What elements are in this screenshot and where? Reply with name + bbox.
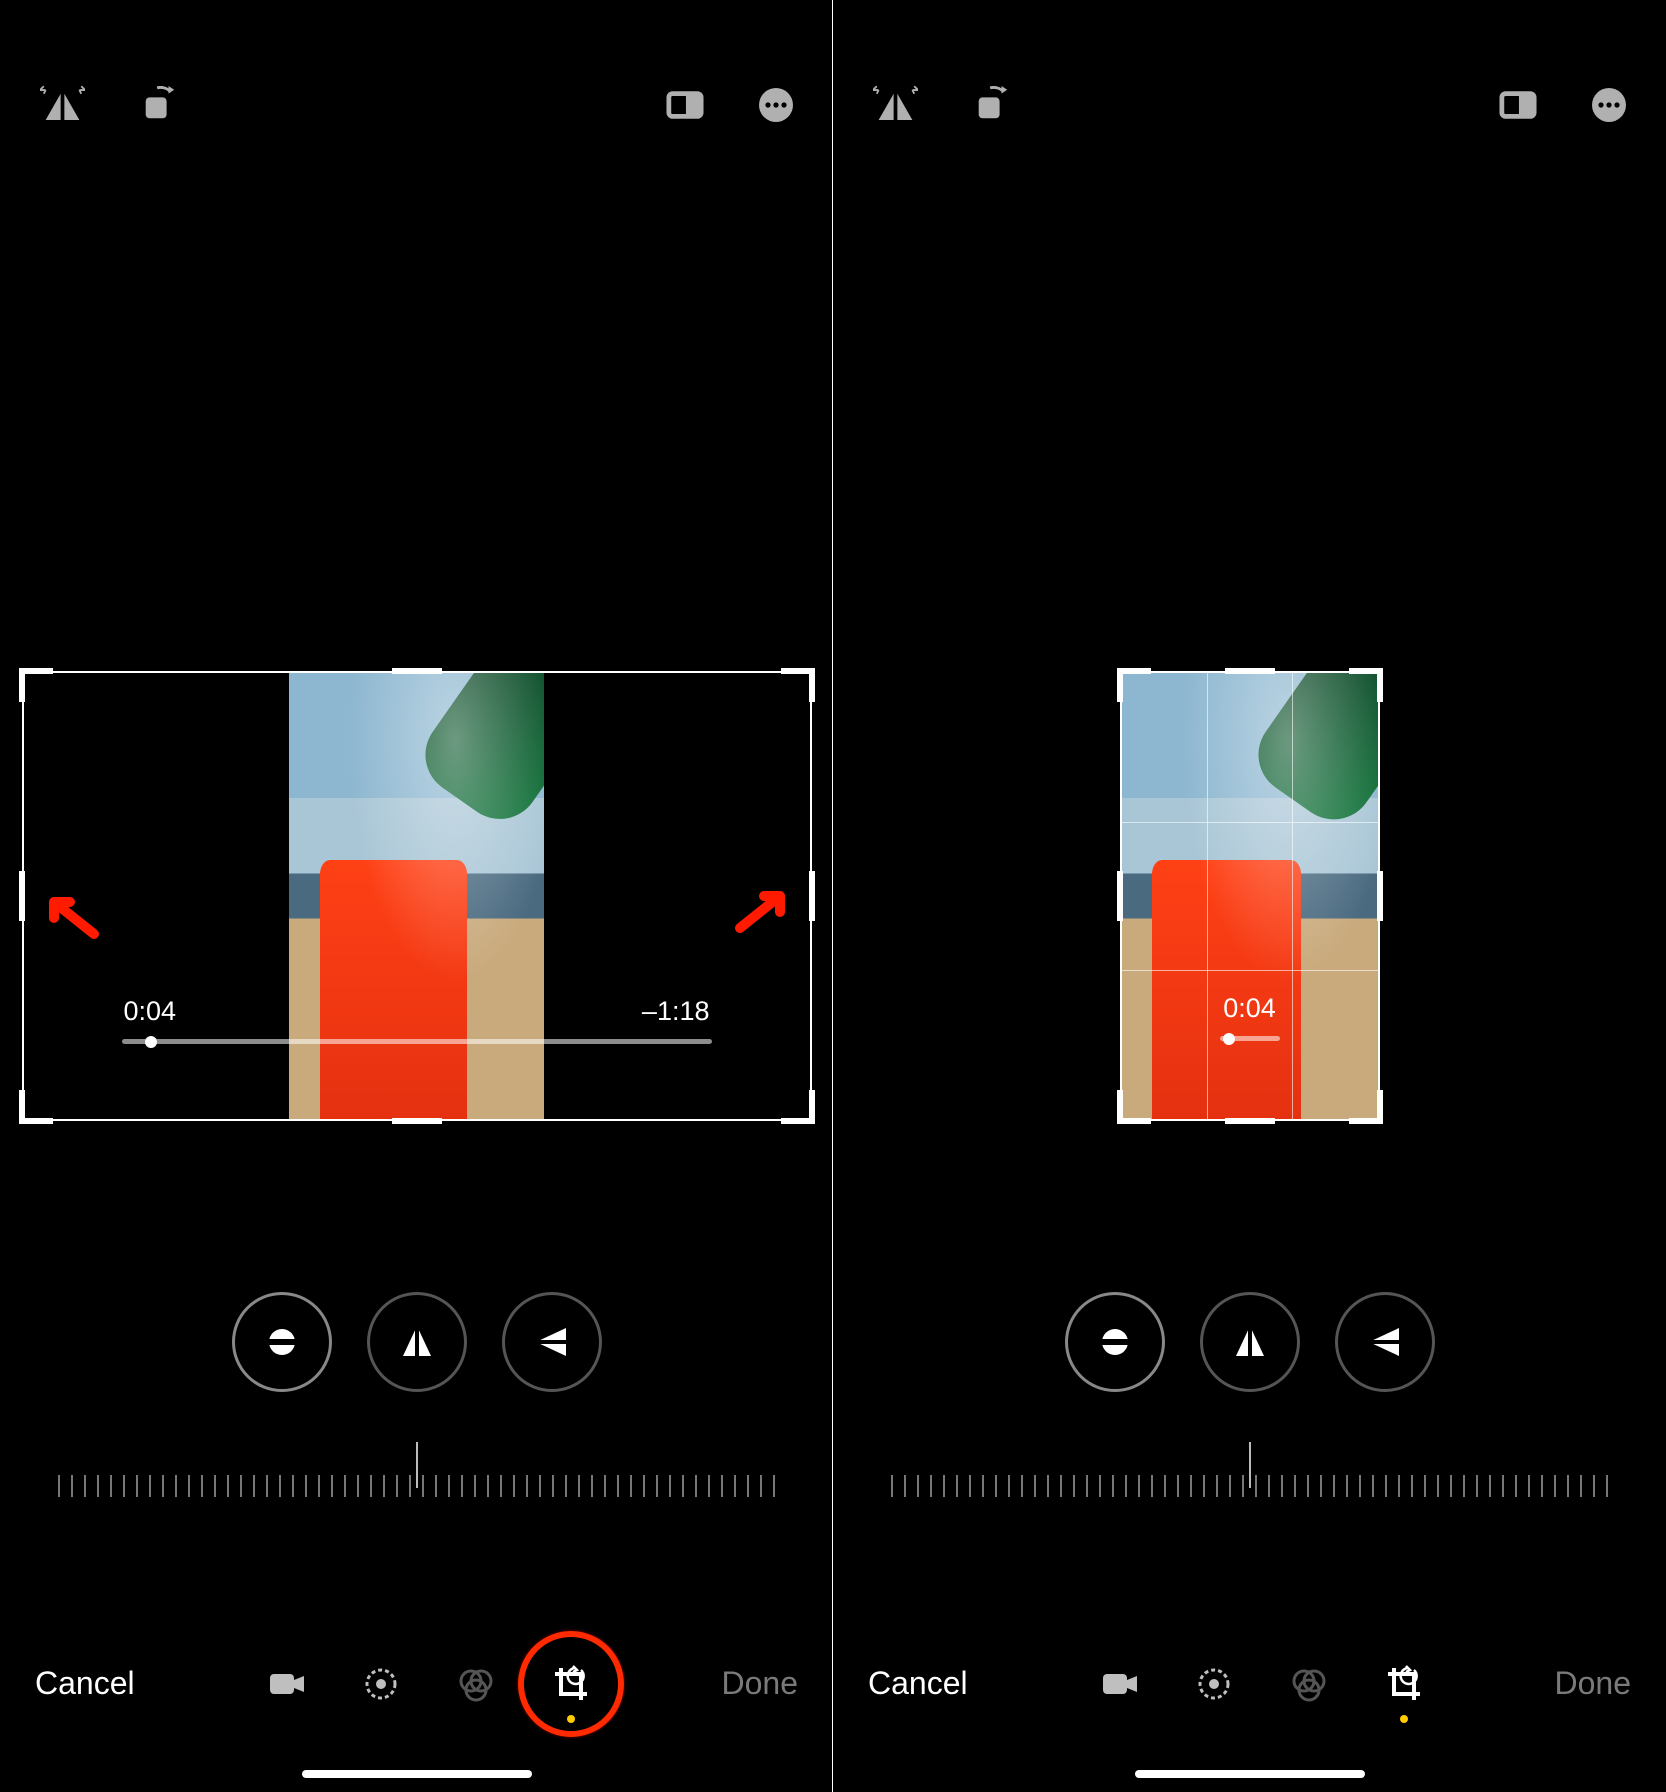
crop-handle-bottom[interactable]: [392, 1118, 442, 1124]
edit-tabs: [261, 1659, 596, 1709]
done-button[interactable]: Done: [706, 1650, 813, 1717]
crop-handle-bottom-left[interactable]: [1117, 1090, 1151, 1124]
grid-line: [1207, 673, 1208, 1119]
filters-tab[interactable]: [1284, 1659, 1334, 1709]
playhead[interactable]: [145, 1036, 157, 1048]
playback-time-row: 0:04 –1:18: [24, 996, 810, 1027]
crop-handle-top[interactable]: [1225, 668, 1275, 674]
bottom-toolbar: Cancel Done: [833, 1650, 1666, 1717]
edit-tabs: [1094, 1659, 1429, 1709]
playback-timeline[interactable]: [122, 1039, 712, 1044]
crop-handle-bottom-right[interactable]: [1349, 1090, 1383, 1124]
playback-remaining: –1:18: [642, 996, 710, 1027]
adjust-tab[interactable]: [1189, 1659, 1239, 1709]
cancel-button[interactable]: Cancel: [853, 1650, 983, 1717]
crop-frame[interactable]: 0:04 –1:18: [22, 671, 812, 1121]
annotation-arrow-left: [42, 884, 102, 944]
crop-handle-right[interactable]: [1377, 871, 1383, 921]
crop-handle-bottom-left[interactable]: [19, 1090, 53, 1124]
perspective-vertical-button[interactable]: [367, 1292, 467, 1392]
crop-tab[interactable]: [546, 1659, 596, 1709]
grid-line: [1122, 970, 1378, 971]
video-tab[interactable]: [1094, 1659, 1144, 1709]
crop-frame[interactable]: 0:04: [1120, 671, 1380, 1121]
crop-handle-top-right[interactable]: [1349, 668, 1383, 702]
perspective-vertical-button[interactable]: [1200, 1292, 1300, 1392]
active-tab-indicator: [567, 1715, 575, 1723]
crop-handle-bottom[interactable]: [1225, 1118, 1275, 1124]
crop-handle-top-left[interactable]: [19, 668, 53, 702]
playback-current: 0:04: [124, 996, 177, 1027]
grid-line: [1292, 673, 1293, 1119]
adjust-mode-row: [833, 1292, 1666, 1392]
straighten-button[interactable]: [232, 1292, 332, 1392]
perspective-horizontal-button[interactable]: [1335, 1292, 1435, 1392]
rotation-dial[interactable]: [52, 1442, 782, 1497]
grid-line: [1122, 822, 1378, 823]
left-screenshot: 0:04 –1:18: [0, 0, 833, 1792]
crop-handle-bottom-right[interactable]: [781, 1090, 815, 1124]
right-screenshot: 0:04 Cancel: [833, 0, 1666, 1792]
adjust-mode-row: [0, 1292, 833, 1392]
done-button[interactable]: Done: [1539, 1650, 1646, 1717]
filters-tab[interactable]: [451, 1659, 501, 1709]
crop-handle-top-left[interactable]: [1117, 668, 1151, 702]
crop-handle-top-right[interactable]: [781, 668, 815, 702]
annotation-arrow-right: [732, 878, 792, 938]
dial-center-tick: [416, 1442, 418, 1488]
playback-current: 0:04: [1223, 993, 1276, 1024]
video-preview: [1122, 673, 1378, 1119]
video-tab[interactable]: [261, 1659, 311, 1709]
crop-handle-left[interactable]: [1117, 871, 1123, 921]
perspective-horizontal-button[interactable]: [502, 1292, 602, 1392]
straighten-button[interactable]: [1065, 1292, 1165, 1392]
dial-center-tick: [1249, 1442, 1251, 1488]
crop-tab[interactable]: [1379, 1659, 1429, 1709]
crop-handle-right[interactable]: [809, 871, 815, 921]
home-indicator[interactable]: [302, 1770, 532, 1778]
home-indicator[interactable]: [1135, 1770, 1365, 1778]
playhead[interactable]: [1223, 1033, 1235, 1045]
active-tab-indicator: [1400, 1715, 1408, 1723]
video-preview: [289, 673, 544, 1119]
adjust-tab[interactable]: [356, 1659, 406, 1709]
playback-timeline[interactable]: [1220, 1036, 1280, 1041]
playback-time-row: 0:04: [1122, 993, 1378, 1024]
bottom-toolbar: Cancel Done: [0, 1650, 833, 1717]
cancel-button[interactable]: Cancel: [20, 1650, 150, 1717]
rotation-dial[interactable]: [885, 1442, 1615, 1497]
crop-handle-left[interactable]: [19, 871, 25, 921]
crop-handle-top[interactable]: [392, 668, 442, 674]
